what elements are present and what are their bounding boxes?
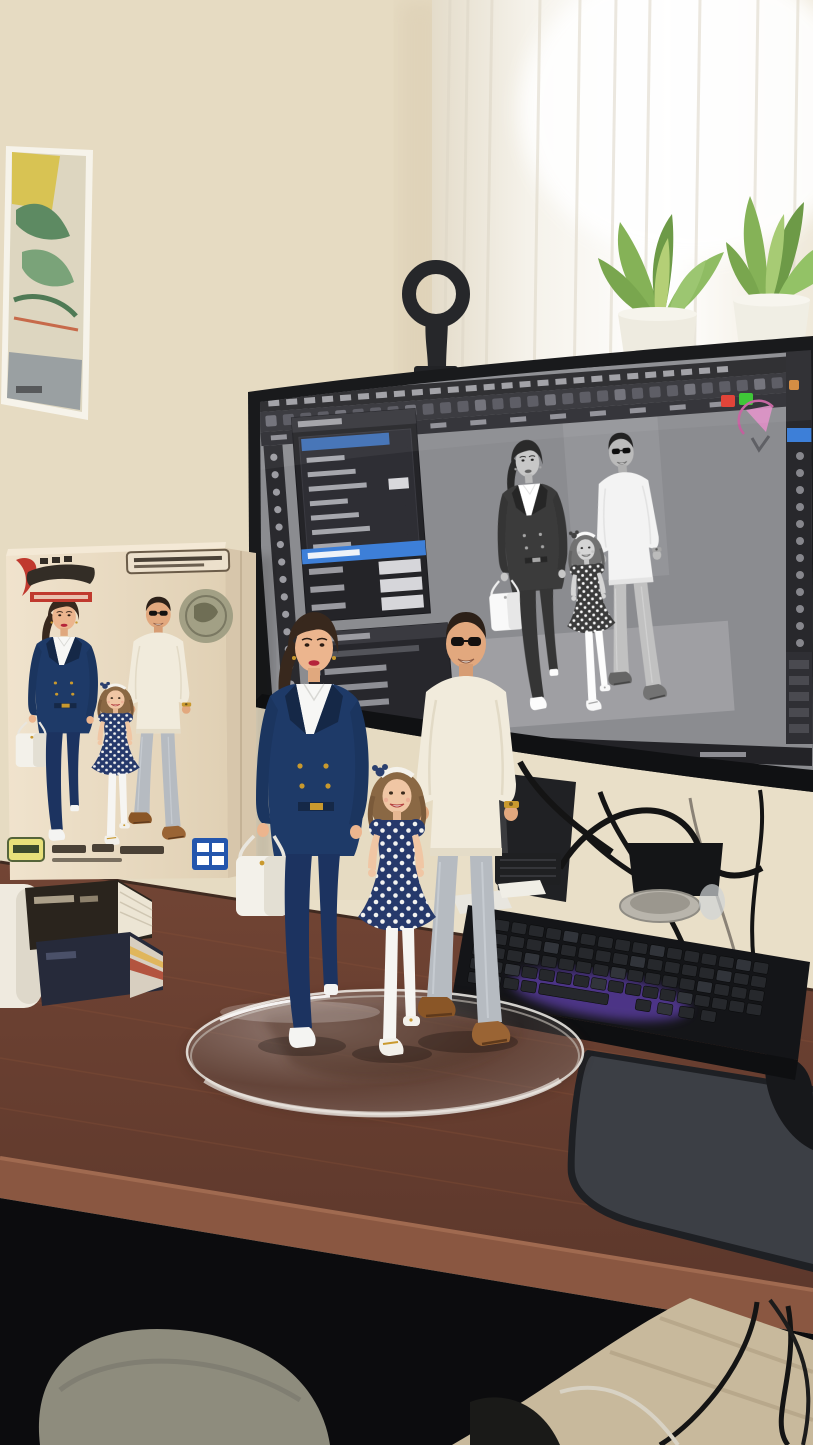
figure-box [6,542,274,880]
photo-scene [0,0,813,1445]
box-info-label [127,550,230,574]
box-brand-logo [192,838,228,870]
wall-art [1,146,93,420]
books [25,880,163,1006]
box-seal [179,589,233,643]
box-scale-badge [8,838,44,861]
